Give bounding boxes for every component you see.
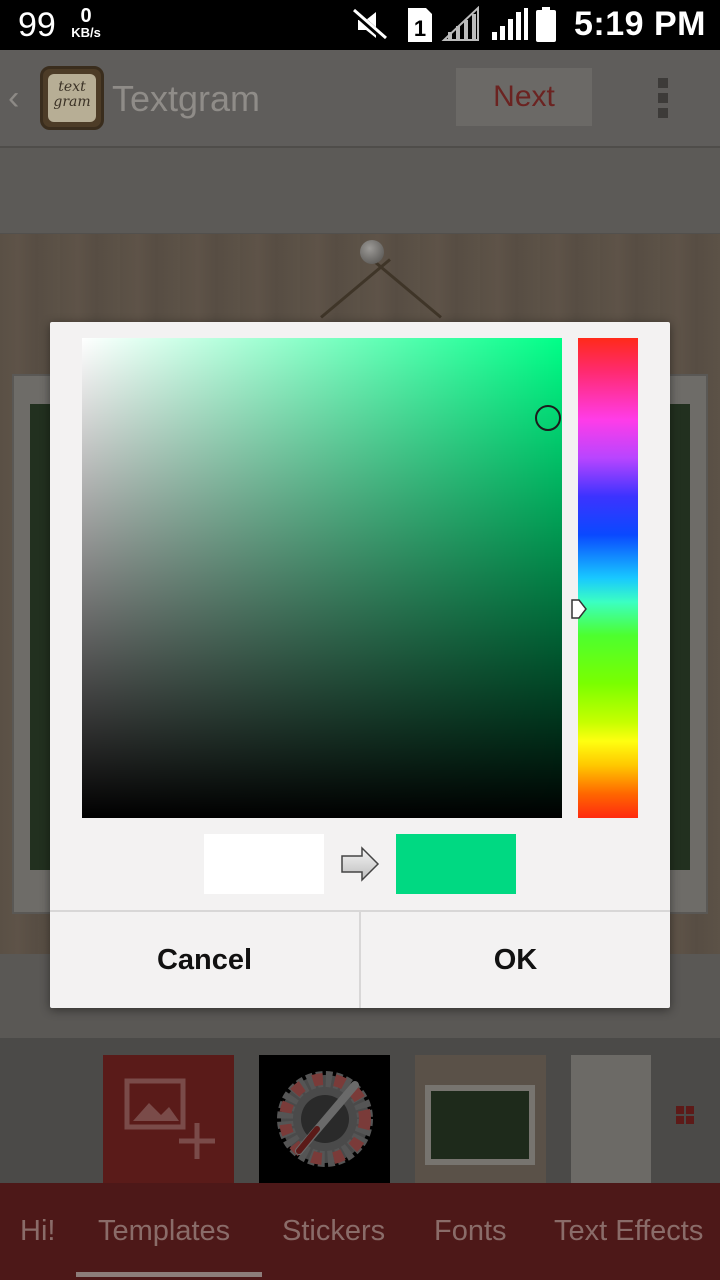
notification-count: 99 (18, 6, 56, 44)
template-toolbox (0, 1038, 720, 1183)
signal-empty-icon (441, 6, 479, 41)
tab-hi[interactable]: Hi! (20, 1213, 55, 1249)
app-logo[interactable]: text gram (40, 66, 104, 130)
sim-1-icon: 1 (408, 8, 432, 42)
clock: 5:19 PM (574, 5, 706, 43)
arrow-right-icon (341, 846, 380, 882)
color-picker-dialog: Cancel OK (50, 322, 670, 1008)
selected-tab-indicator (76, 1272, 262, 1277)
battery-icon (536, 7, 556, 42)
color-wheel-icon (277, 1071, 373, 1167)
hue-slider[interactable] (578, 338, 638, 818)
tab-text-effects[interactable]: Text Effects (554, 1213, 703, 1249)
signal-icon (492, 8, 528, 40)
status-bar: 99 0 KB/s 1 5:19 PM (0, 0, 720, 50)
color-picker-thumbnail[interactable] (259, 1055, 390, 1183)
chalkboard-thumbnail[interactable] (415, 1055, 546, 1183)
previous-color-swatch (204, 834, 324, 894)
sim-slot-number: 1 (414, 16, 426, 41)
paper-thumbnail[interactable] (571, 1055, 651, 1183)
logo-text-bottom: gram (53, 94, 91, 110)
tab-fonts[interactable]: Fonts (434, 1213, 507, 1249)
pin-icon (360, 240, 384, 264)
add-photo-button[interactable] (103, 1055, 234, 1183)
new-color-swatch (396, 834, 516, 894)
grid-view-icon[interactable] (676, 1106, 694, 1124)
bottom-tab-bar: Hi! Templates Stickers Fonts Text Effect… (0, 1183, 720, 1280)
network-speed-unit: KB/s (71, 25, 101, 40)
status-icons: 1 (350, 6, 556, 43)
overflow-menu-icon[interactable] (656, 78, 670, 122)
canvas-top-strip (0, 148, 720, 234)
saturation-value-picker[interactable] (82, 338, 562, 818)
saturation-value-cursor[interactable] (535, 405, 561, 431)
hue-slider-handle-icon[interactable] (571, 599, 587, 619)
app-bar: ‹ text gram Textgram Next (0, 50, 720, 148)
back-chevron-icon[interactable]: ‹ (8, 80, 28, 116)
tab-templates[interactable]: Templates (98, 1213, 230, 1249)
logo-text-top: text (58, 79, 86, 95)
ok-button[interactable]: OK (361, 912, 670, 1008)
next-button[interactable]: Next (456, 68, 592, 126)
network-speed: 0 KB/s (66, 6, 106, 40)
mute-icon (350, 7, 388, 43)
add-image-icon (124, 1078, 215, 1159)
cancel-button[interactable]: Cancel (50, 912, 359, 1008)
tab-stickers[interactable]: Stickers (282, 1213, 385, 1249)
network-speed-value: 0 (80, 5, 92, 27)
app-title: Textgram (112, 78, 261, 119)
